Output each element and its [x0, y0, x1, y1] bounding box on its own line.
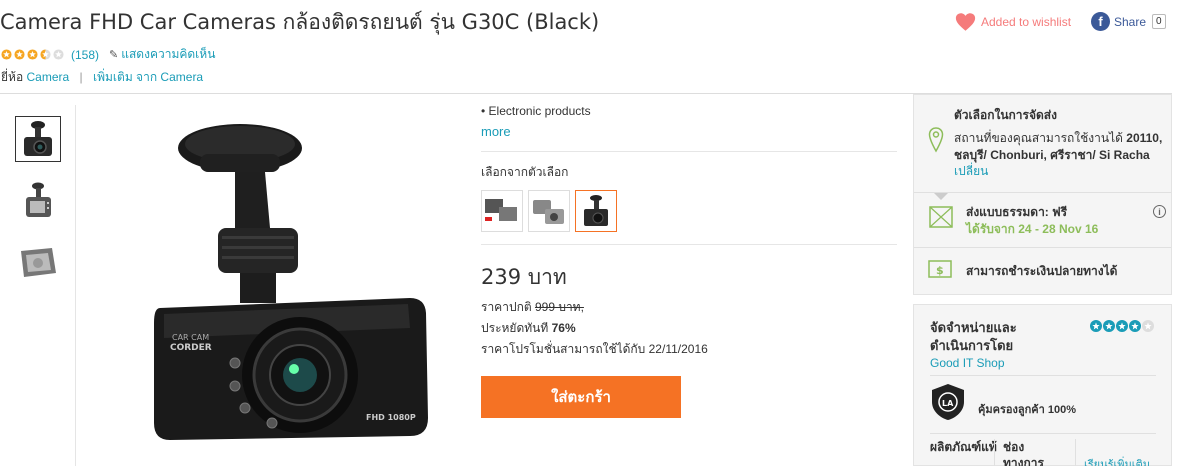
thumbnail-3[interactable]: [15, 240, 61, 286]
brand-more-link[interactable]: เพิ่มเติม จาก Camera: [93, 70, 203, 84]
thumbnail-2[interactable]: [15, 178, 61, 224]
camera-thumb-side-icon: [21, 248, 56, 277]
feature-bullet: • Electronic products: [481, 104, 591, 118]
write-review-label: แสดงความคิดเห็น: [121, 47, 216, 61]
cash-on-delivery: สามารถชำระเงินปลายทางได้: [966, 264, 1118, 278]
variant-option-3[interactable]: [575, 190, 617, 232]
svg-text:$: $: [936, 264, 944, 277]
info-icon[interactable]: i: [1153, 205, 1166, 218]
rating-count[interactable]: (158): [71, 48, 99, 62]
more-link[interactable]: more: [481, 124, 897, 139]
col-divider-1: [994, 439, 995, 466]
wishlist-button[interactable]: Added to wishlist: [955, 12, 1071, 32]
feature-bullet-text: Electronic products: [488, 104, 591, 118]
seller-star-full-icon: [1103, 320, 1115, 332]
shipping-divider: [914, 247, 1171, 248]
svg-text:CORDER: CORDER: [170, 343, 212, 353]
savings-percent: 76%: [551, 321, 576, 335]
shipping-date: ได้รับจาก 24 - 28 Nov 16: [966, 222, 1099, 236]
delivery-panel: ตัวเลือกในการจัดส่ง สถานที่ของคุณสามารถใ…: [913, 94, 1172, 295]
delivery-title: ตัวเลือกในการจัดส่ง: [954, 108, 1057, 122]
seller-star-full-icon: [1129, 320, 1141, 332]
savings-row: ประหยัดทันที 76%: [481, 319, 897, 338]
wishlist-label: Added to wishlist: [981, 15, 1072, 29]
learn-more-link[interactable]: เรียนรู้เพิ่มเติม: [1084, 455, 1150, 466]
location-pin-icon: [928, 127, 944, 153]
shield-icon: LA: [932, 384, 964, 420]
variant-1-thumb-icon: [485, 199, 517, 221]
star-full-icon: [27, 49, 38, 60]
sale-price: 239 บาท: [481, 265, 567, 289]
write-review-link[interactable]: ✎ แสดงความคิดเห็น: [109, 45, 215, 64]
buyer-protection: คุ้มครองลูกค้า 100%: [978, 404, 1076, 416]
thumbnail-list: [15, 116, 61, 302]
change-location-link[interactable]: เปลี่ยน: [954, 162, 988, 181]
delivery-location: สถานที่ของคุณสามารถใช้งานได้ 20110, ชลบุ…: [954, 130, 1164, 164]
camera-thumb-front-icon: [24, 121, 52, 156]
seller-divider-2: [930, 433, 1156, 434]
details-divider: [481, 151, 897, 152]
pencil-icon: ✎: [109, 49, 119, 61]
star-half-icon: [40, 49, 51, 60]
delivery-divider: [914, 192, 1171, 193]
cash-icon: $: [928, 260, 952, 278]
delivery-location-prefix: สถานที่ของคุณสามารถใช้งานได้: [954, 131, 1127, 145]
star-full-icon: [1, 49, 12, 60]
product-details: • Electronic products more เลือกจากตัวเล…: [481, 100, 897, 418]
brand-row: ยี่ห้อ Camera | เพิ่มเติม จาก Camera: [1, 68, 203, 87]
seller-star-full-icon: [1116, 320, 1128, 332]
rating-row: (158) ✎ แสดงความคิดเห็น: [1, 45, 215, 64]
brand-link[interactable]: Camera: [27, 70, 70, 84]
seller-name-link[interactable]: Good IT Shop: [930, 356, 1005, 370]
variant-3-thumb-icon: [584, 195, 608, 226]
share-label: Share: [1114, 14, 1147, 29]
shipping-box-icon: [929, 206, 953, 228]
svg-text:CAR CAM: CAR CAM: [172, 333, 209, 342]
promo-note: ราคาโปรโมชั่นสามารถใช้ได้กับ 22/11/2016: [481, 342, 708, 356]
col-divider-2: [1075, 439, 1076, 466]
brand-prefix: ยี่ห้อ: [1, 70, 24, 84]
original-price-label: ราคาปกติ: [481, 300, 532, 314]
variant-option-1[interactable]: [481, 190, 523, 232]
heart-icon: [955, 13, 976, 31]
product-title: Camera FHD Car Cameras กล้องติดรถยนต์ รุ…: [0, 10, 600, 34]
price-divider: [481, 244, 897, 245]
brand-separator: |: [79, 70, 83, 84]
savings-label: ประหยัดทันที: [481, 321, 549, 335]
variant-label: เลือกจากตัวเลือก: [481, 165, 569, 179]
original-price-row: ราคาปกติ 999 บาท,: [481, 298, 897, 317]
delivery-notch: [934, 193, 948, 200]
facebook-icon: f: [1091, 12, 1110, 31]
authentic-products: ผลิตภัณฑ์แท้: [930, 440, 997, 454]
star-full-icon: [14, 49, 25, 60]
star-empty-icon: [53, 49, 64, 60]
camera-thumb-back-icon: [26, 182, 51, 217]
variant-2-thumb-icon: [533, 200, 564, 224]
variant-selector: [481, 190, 897, 232]
original-price: 999 บาท,: [534, 300, 584, 314]
variant-option-2[interactable]: [528, 190, 570, 232]
thumbnail-divider: [75, 105, 76, 466]
add-to-cart-button[interactable]: ใส่ตะกร้า: [481, 376, 681, 418]
seller-panel: จัดจำหน่ายและดำเนินการโดย Good IT Shop L…: [913, 304, 1172, 466]
facebook-share-button[interactable]: f Share 0: [1091, 12, 1166, 31]
seller-rating: [1090, 320, 1155, 332]
share-count: 0: [1152, 14, 1166, 29]
svg-text:LA: LA: [942, 399, 954, 408]
seller-title: จัดจำหน่ายและดำเนินการโดย: [930, 320, 1017, 353]
seller-star-full-icon: [1090, 320, 1102, 332]
thumbnail-1[interactable]: [15, 116, 61, 162]
seller-star-empty-icon: [1142, 320, 1154, 332]
product-main-image[interactable]: CAR CAM CORDER FHD 1080P: [140, 118, 450, 448]
seller-divider: [930, 375, 1156, 376]
payment-channels: ช่องทางการ: [1003, 440, 1044, 466]
svg-text:FHD 1080P: FHD 1080P: [366, 413, 416, 422]
